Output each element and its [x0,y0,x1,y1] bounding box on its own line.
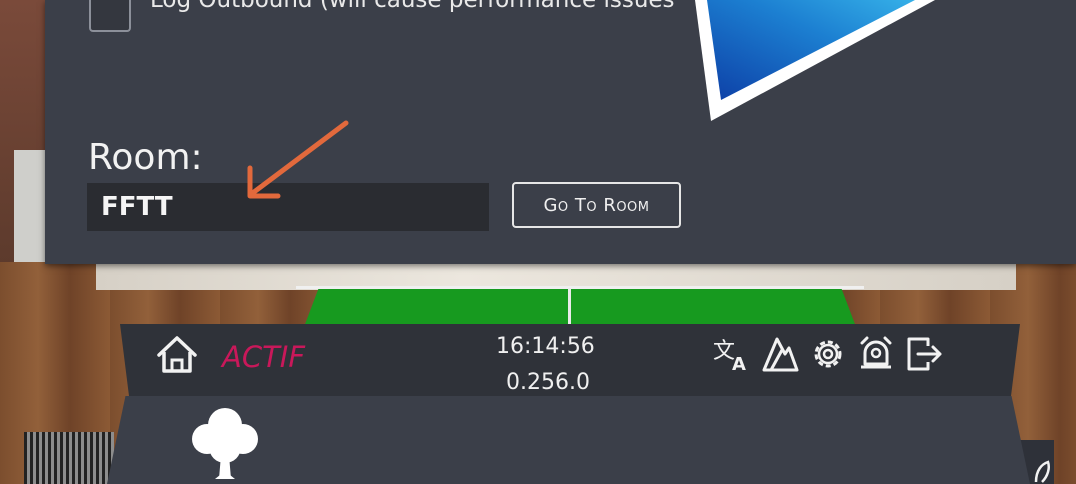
version-number: 0.256.0 [506,370,590,395]
alarm-bell-icon[interactable] [856,334,896,374]
room-label: Room: [88,137,203,178]
tree-icon[interactable] [185,403,265,484]
go-to-room-label: Go To Room [543,194,650,216]
go-to-room-button[interactable]: Go To Room [512,182,681,228]
partial-icon[interactable] [1030,458,1056,484]
gear-icon[interactable] [808,334,848,374]
log-outbound-checkbox[interactable] [89,0,131,32]
translate-icon[interactable]: 文 A [712,334,752,374]
svg-text:A: A [732,354,746,374]
terrain-icon[interactable] [760,334,800,374]
log-outbound-label: Log Outbound (will cause performance iss… [150,0,675,13]
home-icon[interactable] [156,334,198,374]
blue-triangle-logo [695,0,935,121]
table-edge [296,286,864,289]
status-label: ACTIF [222,340,306,374]
net [24,432,114,484]
exit-icon[interactable] [904,334,944,374]
annotation-arrow-icon [247,120,349,199]
clock: 16:14:56 [496,334,595,359]
